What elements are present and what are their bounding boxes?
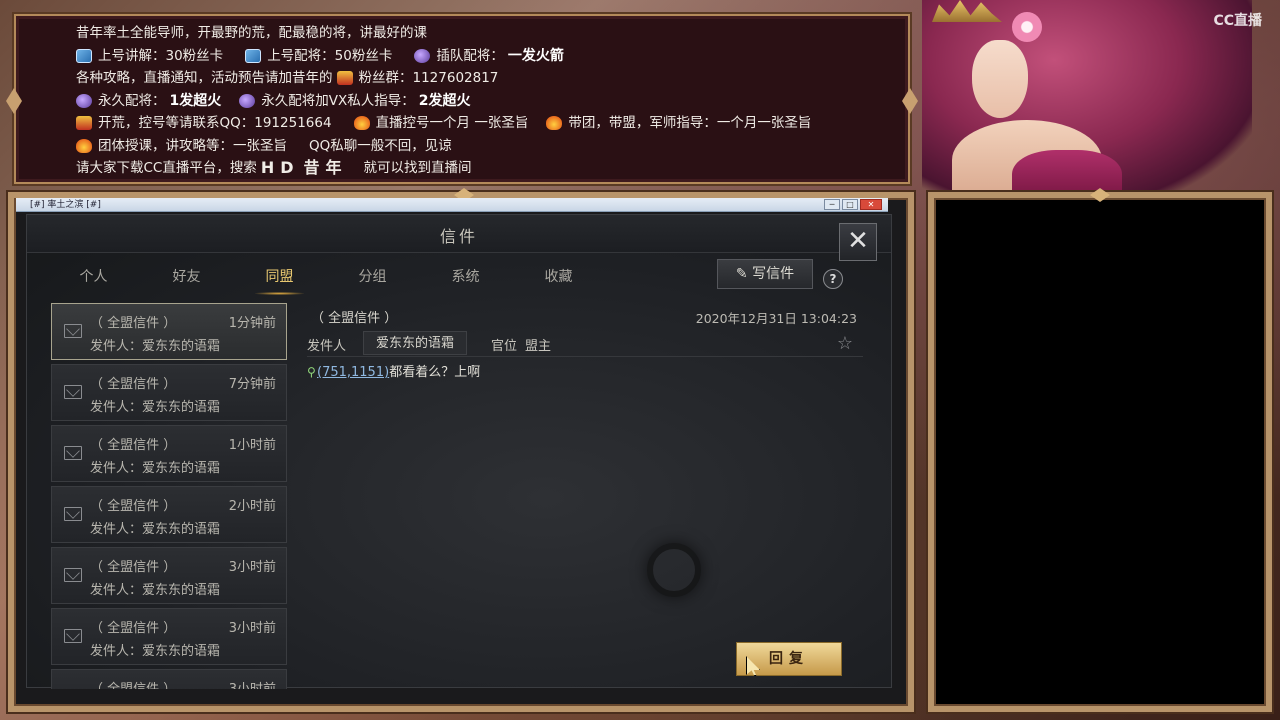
envelope-icon [64, 568, 82, 582]
rank-value: 盟主 [525, 339, 552, 354]
game-window-titlebar: [#] 率土之滨 [#] ─ □ ✕ [16, 198, 888, 212]
mail-list: （ 全盟信件 ） 1分钟前 发件人：爱东东的语霜 （ 全盟信件 ） 7分钟前 发… [51, 303, 287, 689]
banner-line-5: 开荒，控号等请联系QQ：191251664 直播控号一个月 一张圣旨 带团，带盟… [76, 112, 898, 135]
mail-list-item[interactable]: （ 全盟信件 ） 3小时前 [51, 669, 287, 689]
mail-tabs: 个人 好友 同盟 分组 系统 收藏 [47, 263, 605, 295]
banner-line-1: 昔年率土全能导师，开最野的荒，配最稳的将，讲最好的课 [76, 25, 427, 41]
flower-ornament [1012, 12, 1042, 42]
window-title: [#] 率土之滨 [#] [30, 200, 101, 210]
envelope-icon [64, 324, 82, 338]
banner-line-3: 各种攻略，直播通知，活动预告请加昔年的 粉丝群：1127602817 [76, 70, 499, 86]
sender-name[interactable]: 爱东东的语霜 [363, 331, 468, 355]
mail-panel: 信件 ✕ 个人 好友 同盟 分组 系统 收藏 ✎ 写信件 ? （ 全盟信件 ） … [26, 214, 892, 689]
card-icon [245, 48, 262, 63]
write-mail-button[interactable]: ✎ 写信件 [717, 259, 813, 289]
character-illustration: CC直播 [912, 0, 1280, 196]
tab-groups[interactable]: 分组 [326, 263, 419, 291]
mail-body-text: 都看着么？上啊 [389, 365, 481, 380]
fire-icon [546, 116, 563, 131]
tab-personal[interactable]: 个人 [47, 263, 140, 291]
fire-icon [76, 138, 92, 153]
minimize-button[interactable]: ─ [824, 199, 840, 210]
mail-sender-row: 发件人 爱东东的语霜 官位 盟主 ☆ [307, 331, 863, 357]
banner-line-6: 团体授课，讲攻略等：一张圣旨 QQ私聊一般不回，见谅 [76, 135, 898, 158]
tab-favorites[interactable]: 收藏 [512, 263, 605, 291]
mail-list-item[interactable]: （ 全盟信件 ） 1小时前 发件人：爱东东的语霜 [51, 425, 287, 482]
rocket-icon [76, 93, 92, 108]
star-icon[interactable]: ☆ [837, 333, 853, 354]
envelope-icon [64, 385, 82, 399]
fan-group-icon [76, 116, 92, 131]
coordinate-link[interactable]: (751,1151) [317, 365, 389, 380]
mail-detail: （ 全盟信件 ） 2020年12月31日 13:04:23 发件人 爱东东的语霜… [303, 303, 863, 689]
fan-group-icon [336, 71, 353, 86]
mail-type: （ 全盟信件 ） [311, 311, 398, 326]
announcement-banner: 昔年率土全能导师，开最野的荒，配最稳的将，讲最好的课 上号讲解：30粉丝卡 上号… [14, 14, 910, 184]
cc-live-logo: CC直播 [1213, 13, 1262, 29]
loading-swirl-decoration [647, 543, 701, 597]
envelope-icon [64, 629, 82, 643]
rocket-icon [414, 48, 431, 63]
help-icon[interactable]: ? [823, 269, 843, 289]
mail-list-item[interactable]: （ 全盟信件 ） 3小时前 发件人：爱东东的语霜 [51, 608, 287, 665]
card-icon [76, 48, 92, 63]
mail-body: ⚲(751,1151)都看着么？上啊 [307, 361, 480, 380]
tab-friends[interactable]: 好友 [140, 263, 233, 291]
maximize-button[interactable]: □ [842, 199, 858, 210]
tab-system[interactable]: 系统 [419, 263, 512, 291]
fire-icon [353, 116, 370, 131]
window-close-button[interactable]: ✕ [860, 199, 882, 210]
envelope-icon [64, 507, 82, 521]
banner-line-7: 请大家下载CC直播平台，搜索 HD 昔年 就可以找到直播间 [76, 158, 472, 177]
mail-list-item[interactable]: （ 全盟信件 ） 2小时前 发件人：爱东东的语霜 [51, 486, 287, 543]
location-pin-icon: ⚲ [307, 365, 316, 379]
mail-list-item[interactable]: （ 全盟信件 ） 3小时前 发件人：爱东东的语霜 [51, 547, 287, 604]
sender-label: 发件人 [307, 339, 347, 354]
close-icon[interactable]: ✕ [839, 223, 877, 261]
panel-title: 信件 [439, 227, 478, 246]
panel-header: 信件 [27, 215, 891, 253]
banner-line-4: 永久配将： 1发超火 永久配将加VX私人指导： 2发超火 [76, 90, 898, 113]
rocket-icon [239, 93, 256, 108]
mail-list-item[interactable]: （ 全盟信件 ） 7分钟前 发件人：爱东东的语霜 [51, 364, 287, 421]
mail-date: 2020年12月31日 13:04:23 [695, 311, 857, 326]
camera-frame [928, 188, 1272, 712]
mail-list-item[interactable]: （ 全盟信件 ） 1分钟前 发件人：爱东东的语霜 [51, 303, 287, 360]
rank-label: 官位 [491, 339, 518, 354]
tab-alliance[interactable]: 同盟 [233, 263, 326, 295]
envelope-icon [64, 446, 82, 460]
banner-line-2: 上号讲解：30粉丝卡 上号配将：50粉丝卡 插队配将： 一发火箭 [76, 45, 898, 68]
